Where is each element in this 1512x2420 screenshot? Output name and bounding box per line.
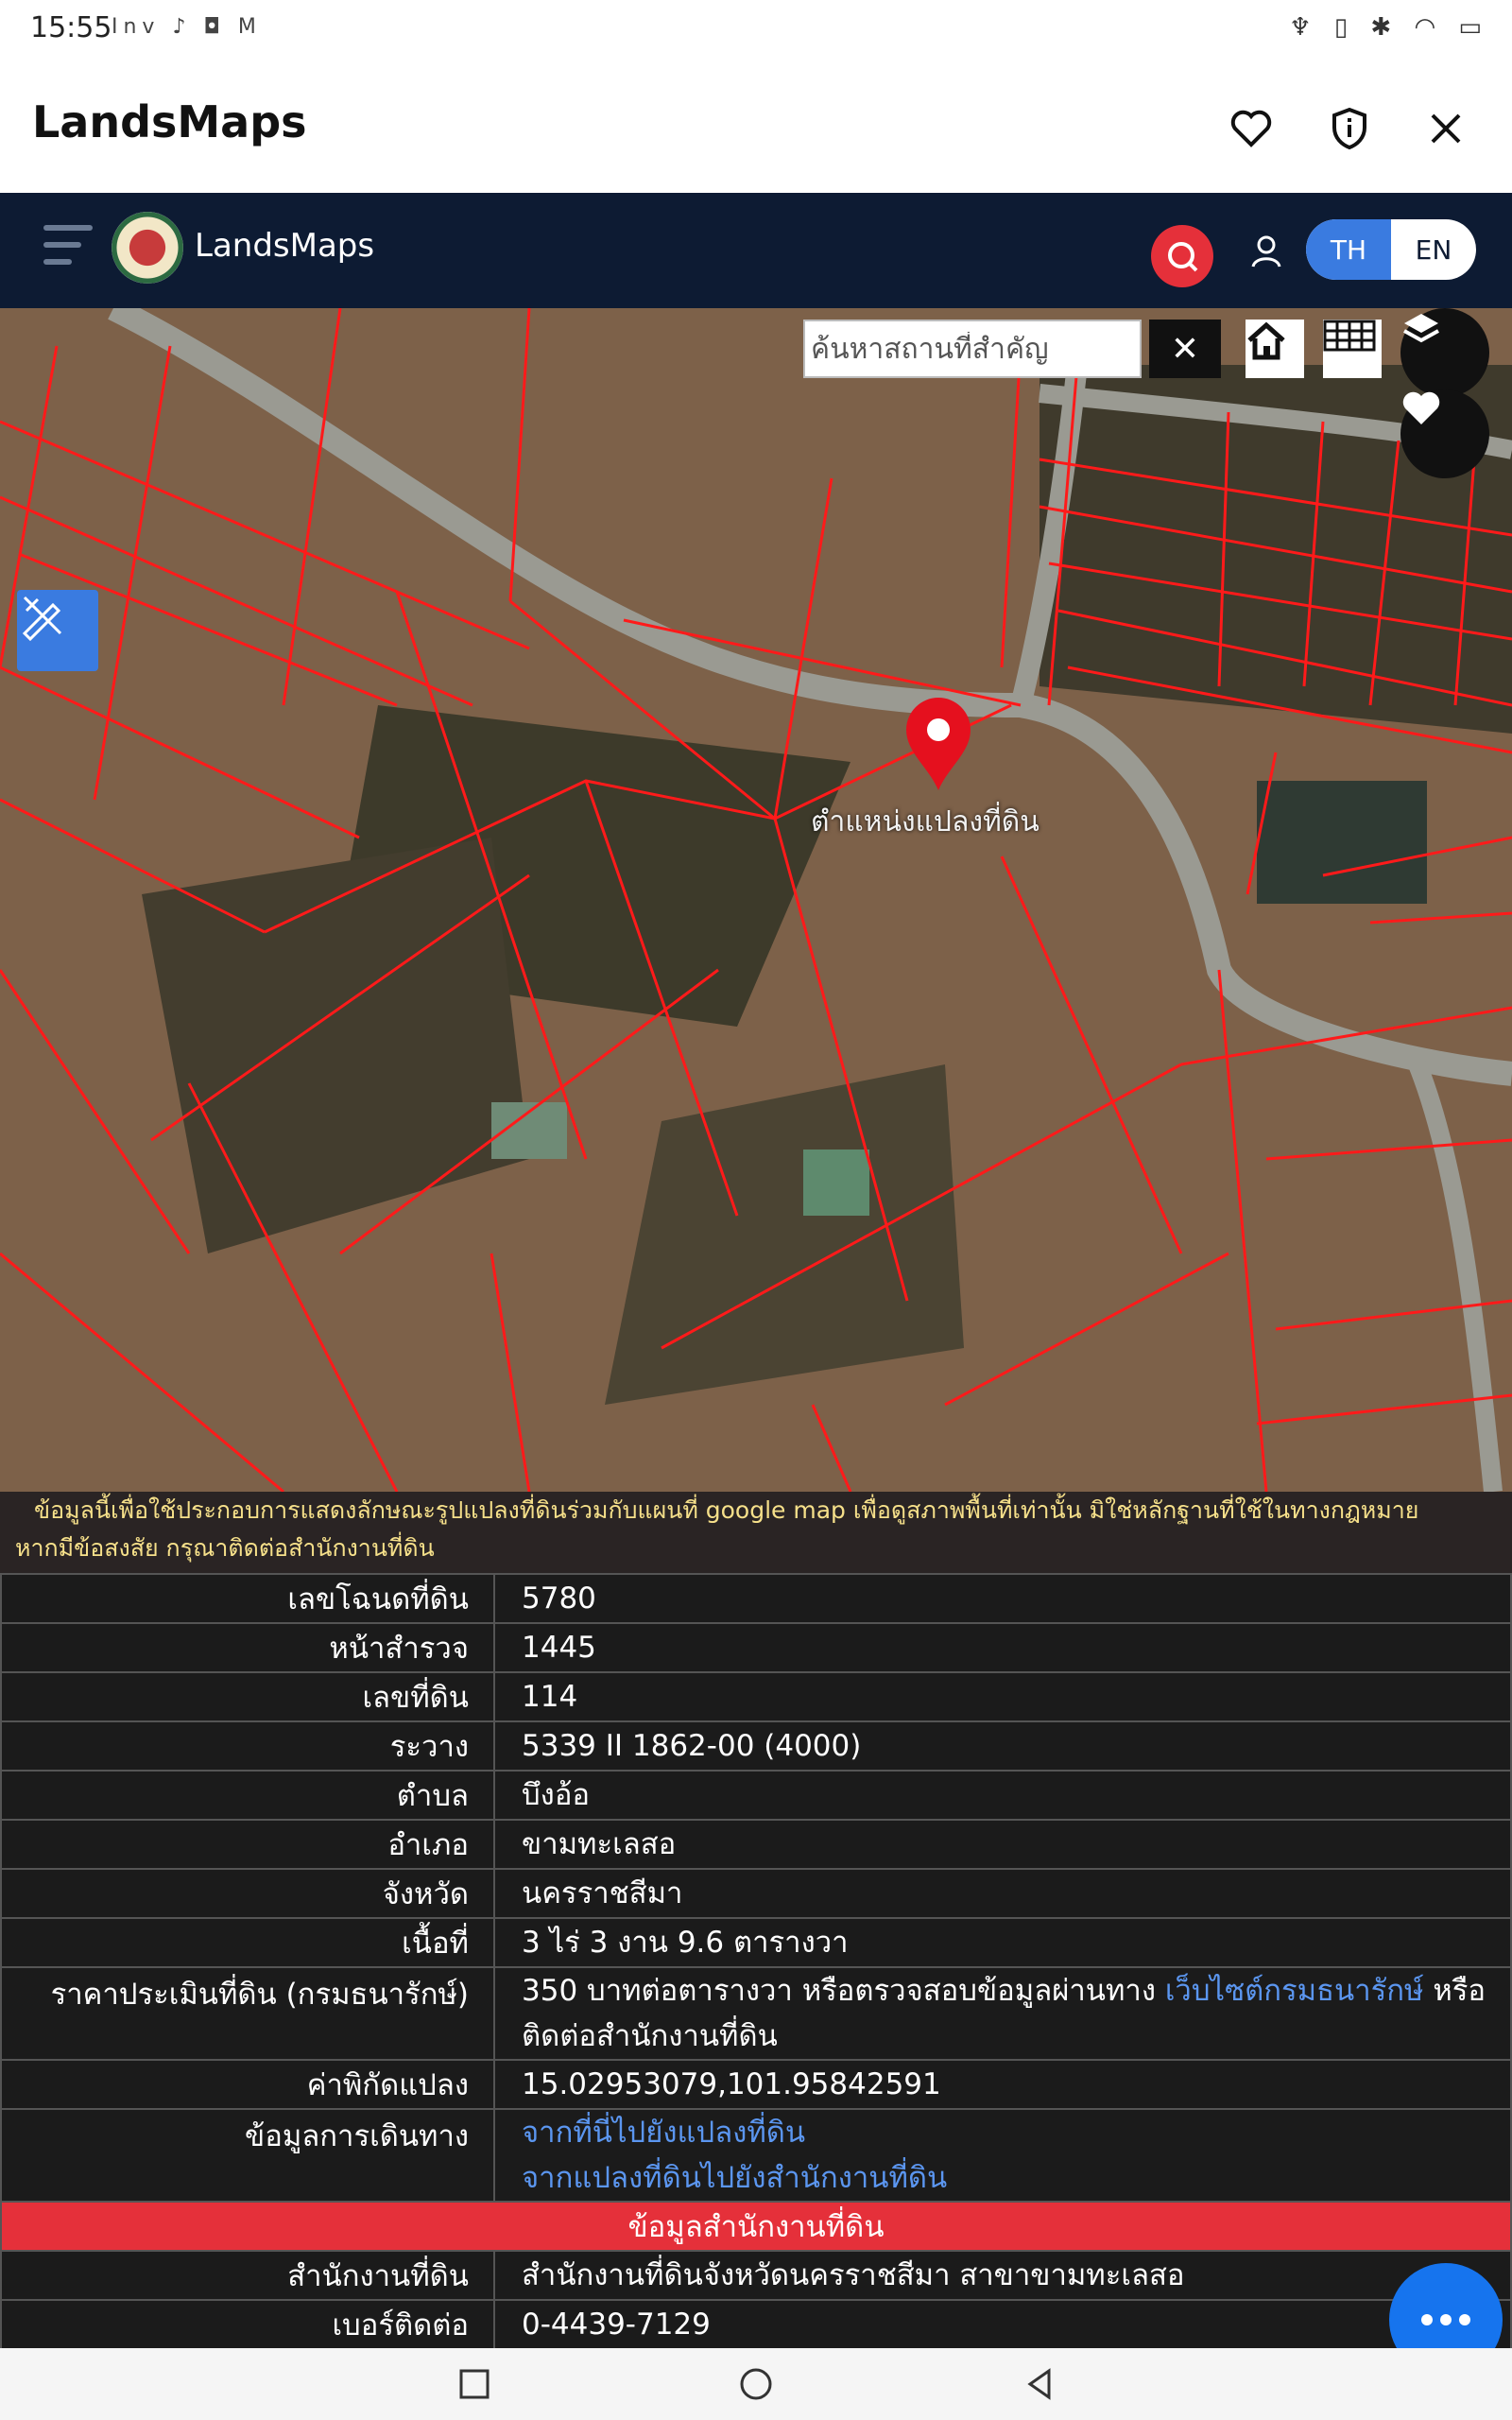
back-triangle-icon bbox=[1027, 2368, 1051, 2400]
back-button[interactable] bbox=[1021, 2365, 1058, 2403]
status-app-icons: Inv ♪ ◘ M bbox=[112, 15, 262, 39]
price-text: 350 บาทต่อตารางวา หรือตรวจสอบข้อมูลผ่านท… bbox=[522, 1974, 1165, 2008]
row-label: เลขโฉนดที่ดิน bbox=[0, 1573, 495, 1624]
disclaimer-line2: หากมีข้อสงสัย กรุณาติดต่อสำนักงานที่ดิน bbox=[15, 1534, 435, 1562]
heart-icon bbox=[1402, 391, 1440, 424]
row-label: หน้าสำรวจ bbox=[0, 1622, 495, 1673]
layers-button[interactable] bbox=[1400, 308, 1489, 397]
recents-button[interactable] bbox=[455, 2365, 493, 2403]
language-toggle[interactable]: TH EN bbox=[1306, 219, 1476, 280]
ruler-pencil-icon bbox=[22, 596, 62, 641]
lang-en-button[interactable]: EN bbox=[1391, 219, 1476, 280]
heart-icon bbox=[1230, 110, 1272, 147]
directions-to-office-link[interactable]: จากแปลงที่ดินไปยังสำนักงานที่ดิน bbox=[522, 2161, 947, 2195]
square-icon bbox=[459, 2369, 490, 2399]
office-row: สำนักงานที่ดิน สำนักงานที่ดินจังหวัดนครร… bbox=[0, 2250, 1512, 2301]
map-search-clear-button[interactable]: ✕ bbox=[1149, 320, 1221, 378]
draw-tool-button[interactable] bbox=[17, 590, 98, 671]
map-view[interactable]: ✕ ตำแหน่งแปลงที่ดิน bbox=[0, 308, 1512, 1492]
system-nav-bar bbox=[0, 2348, 1512, 2420]
table-row: ระวาง 5339 II 1862-00 (4000) bbox=[0, 1720, 1512, 1772]
office-header-row: ข้อมูลสำนักงานที่ดิน bbox=[0, 2201, 1512, 2252]
search-icon bbox=[1168, 242, 1198, 272]
travel-row: ข้อมูลการเดินทาง จากที่นี่ไปยังแปลงที่ดิ… bbox=[0, 2108, 1512, 2203]
coordinate-row: ค่าพิกัดแปลง 15.02953079,101.95842591 bbox=[0, 2059, 1512, 2110]
price-text-or: หรือ bbox=[1423, 1974, 1486, 2008]
row-value: 5780 bbox=[493, 1573, 1512, 1624]
price-contact-text: ติดต่อสำนักงานที่ดิน bbox=[522, 2019, 778, 2053]
coordinate-label: ค่าพิกัดแปลง bbox=[0, 2059, 495, 2110]
table-row: หน้าสำรวจ 1445 bbox=[0, 1622, 1512, 1673]
close-button[interactable] bbox=[1418, 100, 1474, 157]
travel-links: จากที่นี่ไปยังแปลงที่ดิน จากแปลงที่ดินไป… bbox=[493, 2108, 1512, 2203]
row-label: จังหวัด bbox=[0, 1868, 495, 1919]
table-row: จังหวัด นครราชสีมา bbox=[0, 1868, 1512, 1919]
lang-th-button[interactable]: TH bbox=[1306, 219, 1391, 280]
phone-label: เบอร์ติดต่อ bbox=[0, 2299, 495, 2350]
search-button[interactable] bbox=[1151, 225, 1213, 287]
status-bar: 15:55 Inv ♪ ◘ M ♆ ▯ ✱ ◠ ▭ bbox=[0, 0, 1512, 59]
row-label: ระวาง bbox=[0, 1720, 495, 1772]
parcel-info-panel: ข้อมูลนี้เพื่อใช้ประกอบการแสดงลักษณะรูปแ… bbox=[0, 1492, 1512, 2350]
menu-icon[interactable] bbox=[43, 225, 93, 270]
home-button[interactable] bbox=[1246, 320, 1304, 378]
parcel-info-table: เลขโฉนดที่ดิน 5780 หน้าสำรวจ 1445 เลขที่ดิ… bbox=[0, 1573, 1512, 2350]
coordinate-link[interactable]: 15.02953079,101.95842591 bbox=[493, 2059, 1512, 2110]
row-label: อำเภอ bbox=[0, 1819, 495, 1870]
status-system-icons: ♆ ▯ ✱ ◠ ▭ bbox=[1289, 13, 1489, 42]
row-value: นครราชสีมา bbox=[493, 1868, 1512, 1919]
price-value: 350 บาทต่อตารางวา หรือตรวจสอบข้อมูลผ่านท… bbox=[493, 1966, 1512, 2061]
office-label: สำนักงานที่ดิน bbox=[0, 2250, 495, 2301]
price-label: ราคาประเมินที่ดิน (กรมธนารักษ์) bbox=[0, 1966, 495, 2061]
map-search-input[interactable] bbox=[805, 331, 1140, 367]
grid-button[interactable] bbox=[1323, 320, 1382, 378]
favorites-map-button[interactable] bbox=[1400, 389, 1489, 478]
row-value: 3 ไร่ 3 งาน 9.6 ตารางวา bbox=[493, 1917, 1512, 1968]
grid-icon bbox=[1323, 320, 1376, 352]
travel-label: ข้อมูลการเดินทาง bbox=[0, 2108, 495, 2203]
disclaimer-line1: ข้อมูลนี้เพื่อใช้ประกอบการแสดงลักษณะรูปแ… bbox=[34, 1496, 1419, 1524]
status-time: 15:55 bbox=[30, 11, 112, 44]
row-value: 5339 II 1862-00 (4000) bbox=[493, 1720, 1512, 1772]
table-row: อำเภอ ขามทะเลสอ bbox=[0, 1819, 1512, 1870]
map-search-box[interactable] bbox=[803, 320, 1142, 378]
circle-icon bbox=[740, 2368, 772, 2400]
shield-info-icon bbox=[1332, 107, 1366, 150]
home-nav-button[interactable] bbox=[737, 2365, 775, 2403]
close-icon bbox=[1431, 113, 1461, 144]
disclaimer: ข้อมูลนี้เพื่อใช้ประกอบการแสดงลักษณะรูปแ… bbox=[0, 1492, 1512, 1573]
shield-button[interactable] bbox=[1321, 100, 1378, 157]
user-button[interactable] bbox=[1246, 231, 1287, 272]
site-name[interactable]: LandsMaps bbox=[195, 227, 374, 265]
map-satellite-drawing bbox=[0, 308, 1512, 1492]
table-row: เนื้อที่ 3 ไร่ 3 งาน 9.6 ตารางวา bbox=[0, 1917, 1512, 1968]
price-row: ราคาประเมินที่ดิน (กรมธนารักษ์) 350 บาทต… bbox=[0, 1966, 1512, 2061]
app-title: LandsMaps bbox=[32, 96, 307, 147]
row-label: เลขที่ดิน bbox=[0, 1671, 495, 1722]
row-value: 114 bbox=[493, 1671, 1512, 1722]
row-label: ตำบล bbox=[0, 1770, 495, 1821]
table-row: เลขโฉนดที่ดิน 5780 bbox=[0, 1573, 1512, 1624]
app-bar: LandsMaps bbox=[0, 59, 1512, 193]
marker-label: ตำแหน่งแปลงที่ดิน bbox=[811, 805, 1040, 838]
home-icon bbox=[1247, 321, 1285, 360]
treasury-website-link[interactable]: เว็บไซต์กรมธนารักษ์ bbox=[1165, 1974, 1424, 2008]
row-value: ขามทะเลสอ bbox=[493, 1819, 1512, 1870]
phone-link[interactable]: 0-4439-7129 bbox=[493, 2299, 1512, 2350]
office-value: สำนักงานที่ดินจังหวัดนครราชสีมา สาขาขามท… bbox=[493, 2250, 1512, 2301]
row-value: บึงอ้อ bbox=[493, 1770, 1512, 1821]
office-section-header: ข้อมูลสำนักงานที่ดิน bbox=[0, 2201, 1512, 2252]
row-value: 1445 bbox=[493, 1622, 1512, 1673]
layers-icon bbox=[1403, 314, 1439, 343]
phone-row: เบอร์ติดต่อ 0-4439-7129 bbox=[0, 2299, 1512, 2350]
map-pin-icon bbox=[906, 698, 971, 790]
table-row: ตำบล บึงอ้อ bbox=[0, 1770, 1512, 1821]
department-logo[interactable] bbox=[112, 212, 183, 284]
table-row: เลขที่ดิน 114 bbox=[0, 1671, 1512, 1722]
directions-to-parcel-link[interactable]: จากที่นี่ไปยังแปลงที่ดิน bbox=[522, 2116, 805, 2150]
user-icon bbox=[1251, 235, 1281, 268]
favorite-button[interactable] bbox=[1223, 100, 1280, 157]
row-label: เนื้อที่ bbox=[0, 1917, 495, 1968]
more-dots-icon bbox=[1421, 2314, 1470, 2325]
